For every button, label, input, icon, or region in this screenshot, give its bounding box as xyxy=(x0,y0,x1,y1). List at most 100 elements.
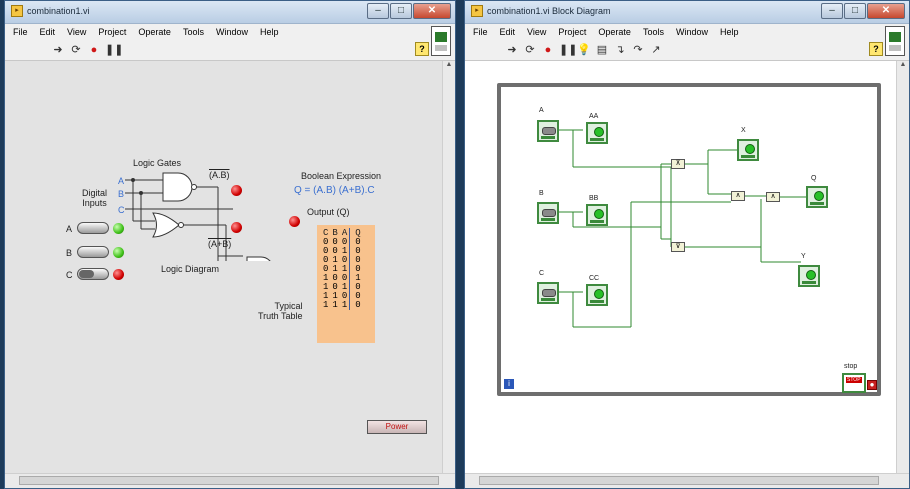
while-loop[interactable]: A AA B BB C CC ⊼ ⊽ ∧ ∧ X Q Y stop ● i xyxy=(497,83,881,396)
menu-operate[interactable]: Operate xyxy=(138,27,171,37)
scroll-up-icon[interactable]: ▲ xyxy=(443,61,455,71)
toolbar: ➜ ⟳ ● ❚❚ 💡 ▤ ↴ ↷ ↗ ? xyxy=(465,26,909,61)
nand-expression: (A.B) xyxy=(209,170,230,180)
close-button[interactable]: ✕ xyxy=(867,3,905,19)
control-terminal-c[interactable] xyxy=(537,282,559,304)
menu-file[interactable]: File xyxy=(473,27,488,37)
run-continuously-icon[interactable]: ⟳ xyxy=(69,43,83,57)
run-arrow-icon[interactable]: ➜ xyxy=(505,43,519,57)
retain-wire-values-icon[interactable]: ▤ xyxy=(595,43,609,57)
table-cell: 1 xyxy=(341,300,348,310)
scroll-up-icon[interactable]: ▲ xyxy=(897,61,909,71)
control-label-a: A xyxy=(539,107,544,114)
maximize-button[interactable]: □ xyxy=(390,3,412,19)
context-help-icon[interactable]: ? xyxy=(415,42,429,56)
menu-bar: File Edit View Project Operate Tools Win… xyxy=(465,24,909,40)
abort-icon[interactable]: ● xyxy=(541,43,555,57)
indicator-terminal-bb[interactable] xyxy=(586,204,608,226)
logic-diagram-label: Logic Diagram xyxy=(161,264,220,274)
boolean-expression: Q = (A.B) (A+B).C xyxy=(294,185,375,196)
menu-operate[interactable]: Operate xyxy=(598,27,631,37)
horizontal-scrollbar[interactable] xyxy=(5,473,455,488)
switch-a[interactable] xyxy=(77,222,109,234)
menu-tools[interactable]: Tools xyxy=(183,27,204,37)
indicator-terminal-aa[interactable] xyxy=(586,122,608,144)
labview-app-icon: ▸ xyxy=(471,5,483,17)
output-led xyxy=(289,216,300,227)
output-label-x: X xyxy=(741,127,746,134)
power-button[interactable]: Power xyxy=(367,420,427,434)
window-title: combination1.vi Block Diagram xyxy=(487,6,611,16)
toolbar: ➜ ⟳ ● ❚❚ ? xyxy=(5,26,455,61)
labview-app-icon: ▸ xyxy=(11,5,23,17)
digital-inputs-label: Digital Inputs xyxy=(82,188,108,208)
menu-project[interactable]: Project xyxy=(98,27,126,37)
control-label-c: C xyxy=(539,270,545,277)
scroll-thumb[interactable] xyxy=(479,476,879,485)
front-panel-window: ▸ combination1.vi – □ ✕ File Edit View P… xyxy=(4,0,456,489)
and-gate-node[interactable]: ∧ xyxy=(731,191,745,201)
table-row: 1110 xyxy=(321,301,363,310)
nand-led xyxy=(231,185,242,196)
menu-window[interactable]: Window xyxy=(676,27,708,37)
control-terminal-a[interactable] xyxy=(537,120,559,142)
truth-table-label: Typical Truth Table xyxy=(258,301,303,321)
menu-project[interactable]: Project xyxy=(558,27,586,37)
run-arrow-icon[interactable]: ➜ xyxy=(51,43,65,57)
maximize-button[interactable]: □ xyxy=(844,3,866,19)
menu-edit[interactable]: Edit xyxy=(500,27,516,37)
menu-view[interactable]: View xyxy=(67,27,86,37)
control-terminal-b[interactable] xyxy=(537,202,559,224)
menu-tools[interactable]: Tools xyxy=(643,27,664,37)
table-cell: 1 xyxy=(332,300,338,310)
table-cell: 0 xyxy=(349,301,363,310)
table-cell: 1 xyxy=(323,300,329,310)
indicator-terminal-q[interactable] xyxy=(806,186,828,208)
loop-condition-icon[interactable]: ● xyxy=(867,380,877,390)
indicator-terminal-y[interactable] xyxy=(798,265,820,287)
scroll-thumb[interactable] xyxy=(19,476,439,485)
menu-edit[interactable]: Edit xyxy=(40,27,56,37)
indicator-terminal-x[interactable] xyxy=(737,139,759,161)
switch-a-led xyxy=(113,223,124,234)
and-gate-node-2[interactable]: ∧ xyxy=(766,192,780,202)
menu-window[interactable]: Window xyxy=(216,27,248,37)
title-bar[interactable]: ▸ combination1.vi Block Diagram – □ ✕ xyxy=(465,1,909,24)
front-panel-area: Logic Gates Digital Inputs A B C (A.B) (… xyxy=(5,61,443,474)
menu-view[interactable]: View xyxy=(527,27,546,37)
menu-file[interactable]: File xyxy=(13,27,28,37)
context-help-icon[interactable]: ? xyxy=(869,42,883,56)
step-over-icon[interactable]: ↷ xyxy=(631,43,645,57)
step-out-icon[interactable]: ↗ xyxy=(649,43,663,57)
pause-icon[interactable]: ❚❚ xyxy=(559,43,577,57)
minimize-button[interactable]: – xyxy=(367,3,389,19)
minimize-button[interactable]: – xyxy=(821,3,843,19)
window-title: combination1.vi xyxy=(27,6,90,16)
menu-help[interactable]: Help xyxy=(720,27,739,37)
abort-icon[interactable]: ● xyxy=(87,43,101,57)
nor-gate-node[interactable]: ⊽ xyxy=(671,242,685,252)
nand-gate-node[interactable]: ⊼ xyxy=(671,159,685,169)
indicator-terminal-cc[interactable] xyxy=(586,284,608,306)
vertical-scrollbar[interactable]: ▲ xyxy=(896,61,909,474)
pause-icon[interactable]: ❚❚ xyxy=(105,43,123,57)
output-label-y: Y xyxy=(801,253,806,260)
output-label-q: Q xyxy=(811,175,817,182)
stop-button-terminal[interactable] xyxy=(842,373,866,393)
step-into-icon[interactable]: ↴ xyxy=(613,43,627,57)
close-button[interactable]: ✕ xyxy=(413,3,451,19)
switch-label-b: B xyxy=(66,248,73,258)
menu-help[interactable]: Help xyxy=(260,27,279,37)
vertical-scrollbar[interactable]: ▲ xyxy=(442,61,455,474)
horizontal-scrollbar[interactable] xyxy=(465,473,909,488)
switch-c[interactable] xyxy=(77,268,109,280)
run-continuously-icon[interactable]: ⟳ xyxy=(523,43,537,57)
indicator-label-bb: BB xyxy=(589,195,599,202)
title-bar[interactable]: ▸ combination1.vi – □ ✕ xyxy=(5,1,455,24)
boolean-expression-label: Boolean Expression xyxy=(301,171,382,181)
switch-b[interactable] xyxy=(77,246,109,258)
truth-table: C B A Q 0000 0010 0100 0110 1001 1010 11… xyxy=(317,225,375,343)
window-controls: – □ ✕ xyxy=(821,3,905,19)
switch-b-led xyxy=(113,247,124,258)
highlight-execution-icon[interactable]: 💡 xyxy=(577,43,591,57)
